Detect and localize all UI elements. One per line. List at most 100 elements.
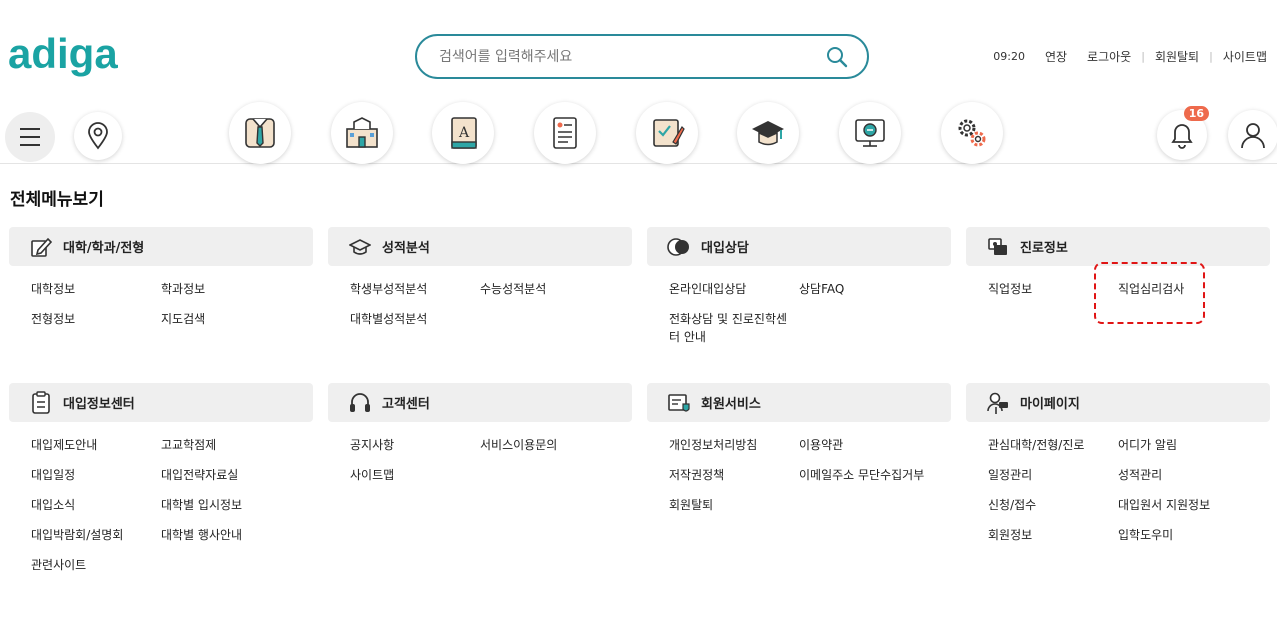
- edit-icon: [29, 235, 53, 259]
- logout-link[interactable]: 로그아웃: [1087, 48, 1131, 65]
- menu-link[interactable]: 지도검색: [161, 310, 311, 328]
- svg-text:A: A: [458, 125, 470, 141]
- menu-link[interactable]: 대입원서 지원정보: [1118, 496, 1268, 514]
- book-icon: A: [451, 117, 477, 149]
- session-timer: 09:20: [993, 50, 1025, 63]
- notification-button[interactable]: 16: [1157, 106, 1209, 160]
- monitor-search-icon: [855, 119, 885, 147]
- menu-link[interactable]: 수능성적분석: [480, 280, 630, 298]
- panel-title: 대학/학과/전형: [63, 241, 145, 256]
- profile-button[interactable]: [1228, 110, 1277, 160]
- sitemap-link[interactable]: 사이트맵: [1223, 48, 1267, 65]
- panel-header: 진로정보: [966, 227, 1270, 266]
- bell-icon: [1171, 124, 1193, 149]
- menu-link[interactable]: 전형정보: [31, 310, 161, 328]
- menu-link[interactable]: 회원정보: [988, 526, 1118, 544]
- menu-link[interactable]: 일정관리: [988, 466, 1118, 484]
- menu-link[interactable]: 성적관리: [1118, 466, 1268, 484]
- search-bar: [415, 34, 869, 79]
- menu-link[interactable]: 저작권정책: [669, 466, 799, 484]
- withdraw-link[interactable]: 회원탈퇴: [1155, 48, 1199, 65]
- highlight-box: [1094, 262, 1205, 324]
- menu-link[interactable]: 서비스이용문의: [480, 436, 630, 454]
- category-online-button[interactable]: [839, 102, 901, 164]
- hamburger-menu-button[interactable]: [5, 112, 55, 162]
- school-building-icon: [346, 117, 378, 148]
- menu-link[interactable]: 학생부성적분석: [350, 280, 480, 298]
- menu-link[interactable]: 어디가 알림: [1118, 436, 1268, 454]
- panel-header: 마이페이지: [966, 383, 1270, 422]
- document-icon: [553, 117, 577, 149]
- page-title: 전체메뉴보기: [10, 190, 104, 210]
- menu-link[interactable]: 사이트맵: [350, 466, 480, 484]
- mypage-icon: [986, 391, 1010, 415]
- category-book-button[interactable]: A: [432, 102, 494, 164]
- graduation-cap-icon: [752, 121, 784, 146]
- menu-link[interactable]: 개인정보처리방침: [669, 436, 799, 454]
- menu-link[interactable]: 이용약관: [799, 436, 949, 454]
- menu-link[interactable]: 상담FAQ: [799, 280, 949, 298]
- category-graduation-button[interactable]: [737, 102, 799, 164]
- panel-title: 대입상담: [701, 241, 749, 256]
- panel-header: 대입정보센터: [9, 383, 313, 422]
- panel-header: 대학/학과/전형: [9, 227, 313, 266]
- menu-link[interactable]: 대입전략자료실: [161, 466, 311, 484]
- category-document-button[interactable]: [534, 102, 596, 164]
- menu-link[interactable]: 대학정보: [31, 280, 161, 298]
- menu-link[interactable]: 대입소식: [31, 496, 161, 514]
- headset-icon: [348, 391, 372, 415]
- panel-title: 성적분석: [382, 241, 430, 256]
- menu-link[interactable]: 대학별 행사안내: [161, 526, 311, 544]
- menu-panel-mypage: 마이페이지 관심대학/전형/진로 어디가 알림 일정관리 성적관리 신청/접수 …: [966, 383, 1270, 544]
- extend-session-button[interactable]: 연장: [1045, 48, 1067, 65]
- panel-header: 회원서비스: [647, 383, 951, 422]
- menu-panel-customer-center: 고객센터 공지사항 서비스이용문의 사이트맵: [328, 383, 632, 484]
- menu-link[interactable]: 학과정보: [161, 280, 311, 298]
- menu-link[interactable]: 고교학점제: [161, 436, 311, 454]
- top-utility-nav: 09:20 연장 로그아웃 | 회원탈퇴 | 사이트맵: [993, 48, 1267, 65]
- panel-header: 대입상담: [647, 227, 951, 266]
- menu-link[interactable]: 대입일정: [31, 466, 161, 484]
- category-settings-button[interactable]: [941, 102, 1003, 164]
- menu-link[interactable]: 이메일주소 무단수집거부: [799, 466, 949, 484]
- graduation-cap-icon: [348, 235, 372, 259]
- panel-title: 진로정보: [1020, 241, 1068, 256]
- menu-link[interactable]: 공지사항: [350, 436, 480, 454]
- notification-count-badge: 16: [1183, 106, 1209, 121]
- panel-title: 마이페이지: [1020, 397, 1080, 412]
- adiga-logo[interactable]: adiga: [8, 30, 118, 78]
- menu-panel-consulting: 대입상담 온라인대입상담 상담FAQ 전화상담 및 진로진학센터 안내: [647, 227, 951, 346]
- menu-link[interactable]: 대학별성적분석: [350, 310, 480, 328]
- chat-icon: [667, 235, 691, 259]
- search-input[interactable]: [439, 48, 825, 65]
- search-icon[interactable]: [825, 45, 849, 69]
- menu-link[interactable]: 온라인대입상담: [669, 280, 799, 298]
- clipboard-icon: [29, 390, 53, 415]
- panel-header: 고객센터: [328, 383, 632, 422]
- panel-header: 성적분석: [328, 227, 632, 266]
- menu-panel-university: 대학/학과/전형 대학정보 학과정보 전형정보 지도검색: [9, 227, 313, 328]
- menu-link[interactable]: 대입제도안내: [31, 436, 161, 454]
- category-university-button[interactable]: [229, 102, 291, 164]
- menu-panel-admission-center: 대입정보센터 대입제도안내 고교학점제 대입일정 대입전략자료실 대입소식 대학…: [9, 383, 313, 574]
- menu-link[interactable]: 회원탈퇴: [669, 496, 799, 514]
- menu-link[interactable]: 전화상담 및 진로진학센터 안내: [669, 310, 793, 346]
- user-icon: [1241, 123, 1265, 149]
- career-icon: [986, 235, 1010, 259]
- divider: |: [1141, 50, 1145, 63]
- menu-link[interactable]: 대입박람회/설명회: [31, 526, 161, 544]
- category-checklist-button[interactable]: [636, 102, 698, 164]
- panel-title: 고객센터: [382, 397, 430, 412]
- menu-link[interactable]: 입학도우미: [1118, 526, 1268, 544]
- location-button[interactable]: [74, 112, 122, 160]
- hamburger-icon: [20, 128, 40, 146]
- menu-link[interactable]: 관심대학/전형/진로: [988, 436, 1118, 454]
- category-school-button[interactable]: [331, 102, 393, 164]
- menu-link[interactable]: 신청/접수: [988, 496, 1118, 514]
- panel-title: 회원서비스: [701, 397, 761, 412]
- menu-link[interactable]: 대학별 입시정보: [161, 496, 311, 514]
- map-pin-icon: [88, 122, 108, 150]
- menu-link[interactable]: 관련사이트: [31, 556, 161, 574]
- icon-navigation-bar: A 16: [0, 100, 1277, 164]
- menu-panel-member-service: 회원서비스 개인정보처리방침 이용약관 저작권정책 이메일주소 무단수집거부 회…: [647, 383, 951, 514]
